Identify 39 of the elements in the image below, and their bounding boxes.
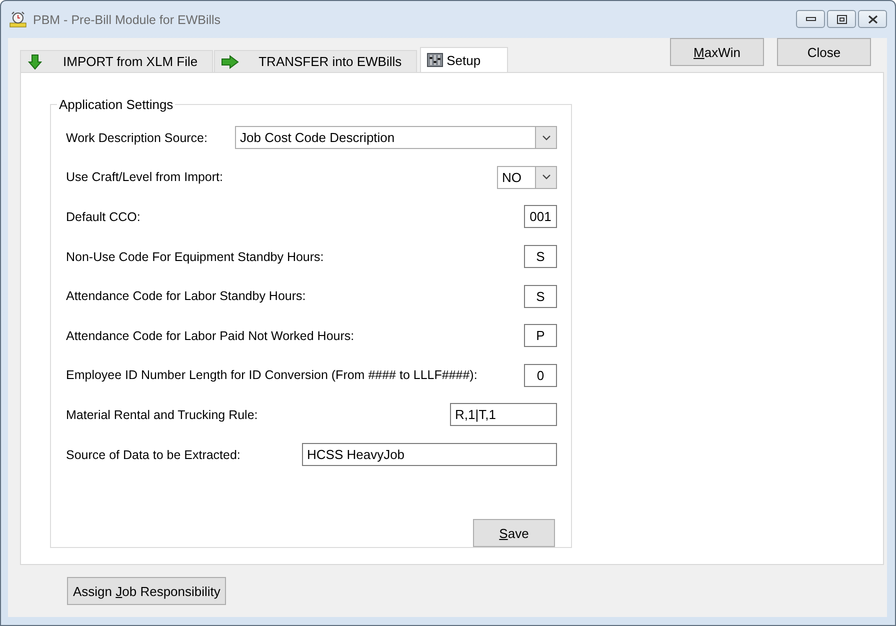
down-arrow-icon [27, 54, 43, 70]
field-label: Employee ID Number Length for ID Conversion (From #### to LLLF####): [66, 368, 478, 382]
input-field[interactable]: R,1|T,1 [450, 403, 557, 426]
field-label: Attendance Code for Labor Standby Hours: [66, 289, 306, 304]
field-label: Attendance Code for Labor Paid Not Worked Hours: [66, 328, 354, 343]
header-button[interactable]: MaxWin [670, 38, 764, 66]
field-label: Use Craft/Level from Import: [66, 170, 223, 184]
window-title: PBM - Pre-Bill Module for EWBills [33, 12, 221, 26]
assign-button[interactable]: Assign Job Responsibility [67, 577, 226, 605]
input-field[interactable]: S [524, 245, 557, 268]
minimize-icon [806, 17, 816, 21]
group-title: Application Settings [57, 97, 176, 112]
app-icon [9, 11, 27, 28]
field-label: Default CCO: [66, 210, 140, 224]
field-label: Work Description Source: [66, 130, 208, 145]
maximize-icon [836, 14, 846, 24]
dropdown[interactable]: Job Cost Code Description [235, 126, 557, 150]
input-field[interactable]: P [524, 324, 557, 348]
field-label: Source of Data to be Extracted: [66, 448, 240, 462]
save-button[interactable]: Save [473, 519, 555, 548]
input-field[interactable]: 0 [524, 364, 557, 387]
input-field[interactable]: HCSS HeavyJob [302, 443, 557, 466]
close-icon [868, 14, 878, 24]
tab[interactable]: TRANSFER into EWBills [214, 50, 417, 72]
input-field[interactable]: 001 [524, 205, 557, 228]
tab[interactable]: Setup [420, 47, 508, 72]
input-field[interactable]: S [524, 284, 557, 308]
maximize-button[interactable] [827, 10, 856, 28]
equalizer-icon [426, 52, 443, 68]
header-button[interactable]: Close [777, 38, 871, 66]
field-label: Material Rental and Trucking Rule: [66, 408, 258, 422]
field-label: Non-Use Code For Equipment Standby Hours: [66, 250, 324, 264]
right-arrow-icon [220, 54, 239, 68]
minimize-button[interactable] [796, 10, 825, 28]
dropdown[interactable]: NO [497, 166, 557, 189]
chevron-down-icon [542, 174, 550, 180]
tab[interactable]: IMPORT from XLM File [20, 50, 213, 72]
close-button[interactable] [858, 10, 887, 28]
chevron-down-icon [542, 134, 550, 141]
